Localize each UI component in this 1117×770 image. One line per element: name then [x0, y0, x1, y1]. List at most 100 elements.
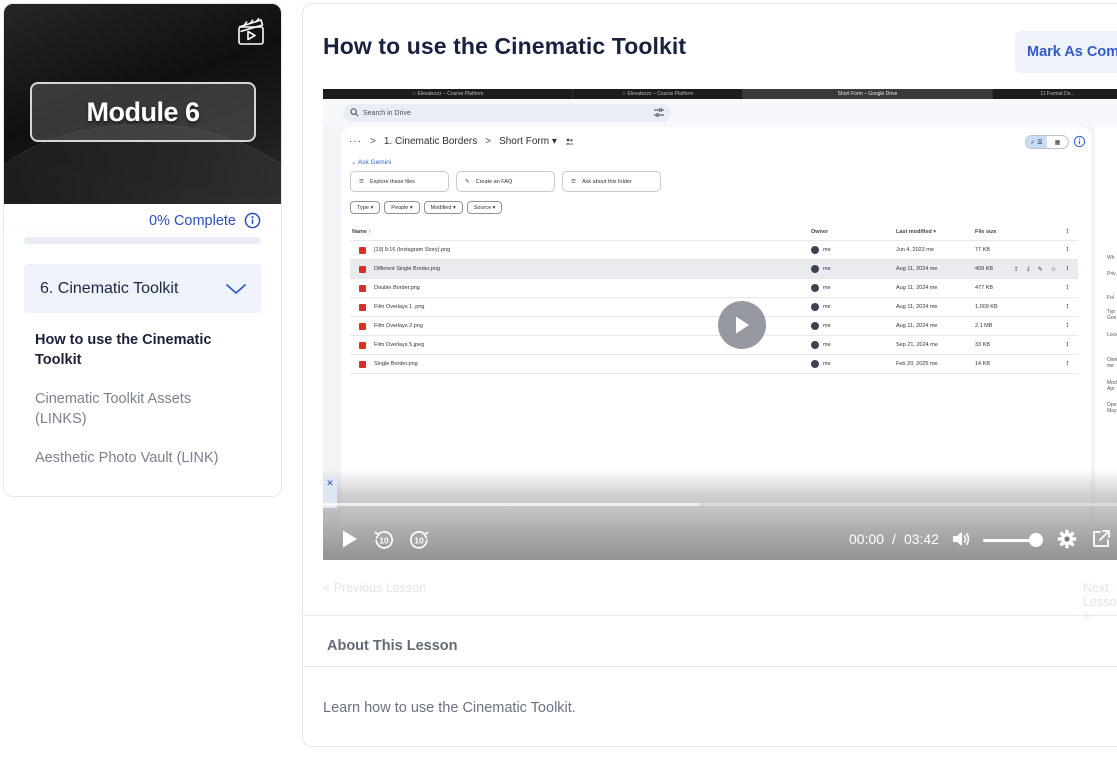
- screen-chip-label: Create an FAQ: [475, 178, 513, 185]
- screen-filter: Source ▾: [466, 201, 503, 214]
- volume-fill: [983, 539, 1030, 542]
- screen-row-actions: ⇪ ⤓ ✎ ☆: [1014, 266, 1056, 273]
- screen-file-modified: Jun 4, 2023 me: [896, 247, 934, 253]
- section-toggle-cinematic-toolkit[interactable]: 6. Cinematic Toolkit: [24, 264, 261, 313]
- screen-file-size: 477 KB: [975, 285, 994, 291]
- section-divider: [303, 666, 1117, 667]
- screen-chip: ☰ Ask about this folder: [562, 171, 661, 192]
- volume-icon[interactable]: [951, 530, 971, 548]
- info-icon: [1073, 135, 1086, 148]
- play-icon: [736, 316, 749, 334]
- video-player[interactable]: ☆ Elevatezzz – Course Platform ☆ Elevate…: [323, 89, 1117, 560]
- sliders-icon: ☰: [571, 178, 576, 185]
- screen-filter-row: Type ▾ People ▾ Modified ▾ Source ▾: [350, 201, 503, 214]
- star-icon: ☆: [1050, 266, 1057, 273]
- play-icon[interactable]: [341, 529, 359, 549]
- previous-lesson-link[interactable]: < Previous Lesson: [323, 581, 426, 595]
- screen-file-name: Film Overlays 1 .png: [374, 304, 425, 310]
- screen-file-size: 2.1 MB: [975, 323, 993, 329]
- screen-browser-tabs: ☆ Elevatezzz – Course Platform ☆ Elevate…: [323, 89, 1117, 99]
- screen-breadcrumb: ··· > 1. Cinematic Borders > Short Form …: [349, 136, 574, 147]
- lesson-item-how-to-use[interactable]: How to use the Cinematic Toolkit: [35, 330, 241, 370]
- screen-col-size: File size: [975, 228, 997, 235]
- screen-chip: ✎ Create an FAQ: [456, 171, 555, 192]
- sliders-icon: ☰: [359, 178, 364, 185]
- lesson-item-toolkit-assets[interactable]: Cinematic Toolkit Assets (LINKS): [35, 389, 241, 429]
- screen-file-owner: me: [811, 322, 831, 330]
- screen-file-owner: me: [811, 284, 831, 292]
- search-icon: [350, 108, 359, 117]
- screen-file-row: Film Overlays 5.jpeg me Sep 21, 2024 me 33 …: [350, 336, 1078, 355]
- kebab-menu-icon: ⋮: [1064, 342, 1071, 348]
- module-banner: Module 6: [4, 4, 281, 234]
- share-icon: ⇪: [1014, 266, 1020, 273]
- screen-file-owner: me: [811, 341, 831, 349]
- screen-file-size: 409 KB: [975, 266, 994, 272]
- page-title: How to use the Cinematic Toolkit: [323, 33, 687, 59]
- screen-tab: Short Form – Google Drive: [743, 89, 993, 99]
- screen-details-sidebar: Wh Priv Fol Typ Goo Loca Own me Mod Apr Ope May: [1095, 127, 1117, 522]
- screen-crumb-sep: >: [485, 136, 492, 147]
- avatar: [811, 341, 819, 349]
- download-icon: ⤓: [1027, 265, 1030, 272]
- video-time-separator: /: [892, 531, 896, 547]
- video-current-time: 00:00: [849, 531, 885, 547]
- screen-tab: 11 Format De...: [993, 89, 1117, 99]
- lesson-item-photo-vault[interactable]: Aesthetic Photo Vault (LINK): [35, 448, 241, 468]
- screen-file-owner-label: me: [823, 304, 831, 310]
- screen-file-row: Double Border.png me Aug 11, 2024 me 477 KB…: [350, 279, 1078, 298]
- video-seek-bar[interactable]: [323, 503, 1117, 506]
- settings-gear-icon[interactable]: [1057, 529, 1077, 549]
- screen-file-modified: Aug 11, 2024 me: [896, 285, 938, 291]
- screen-file-row: Film Overlays 2.png me Aug 11, 2024 me 2.1 …: [350, 317, 1078, 336]
- screen-crumb: ···: [349, 136, 362, 147]
- avatar: [811, 265, 819, 273]
- edit-sparkle-icon: ✎: [465, 178, 470, 185]
- screen-drive-content: ··· > 1. Cinematic Borders > Short Form …: [341, 127, 1091, 522]
- kebab-menu-icon: ⋮: [1064, 266, 1071, 272]
- screen-file-name: [19] 9:16 (Instagram Story).png: [374, 247, 451, 253]
- image-file-icon: [359, 284, 366, 292]
- forward-10-icon[interactable]: 10: [408, 529, 430, 551]
- image-file-icon: [359, 341, 366, 349]
- screen-search-text: Search in Drive: [363, 109, 411, 117]
- screen-crumb-sep: >: [370, 136, 376, 147]
- screen-file-name: Film Overlays 2.png: [374, 323, 423, 329]
- screen-drive-search: Search in Drive: [343, 104, 671, 122]
- screen-file-size: 33 KB: [975, 342, 990, 348]
- screen-file-owner-label: me: [823, 361, 831, 367]
- video-control-bar: 10 10 00:00 / 03:42: [323, 519, 1117, 559]
- next-lesson-link[interactable]: Next Lesson >: [1083, 581, 1117, 623]
- volume-slider-handle[interactable]: [1029, 533, 1043, 547]
- external-link-icon[interactable]: [1091, 529, 1111, 549]
- avatar: [811, 360, 819, 368]
- svg-text:10: 10: [379, 536, 389, 546]
- video-duration: 03:42: [903, 531, 939, 547]
- screen-file-owner: me: [811, 246, 831, 254]
- screen-file-modified: Aug 11, 2024 me: [896, 266, 938, 272]
- rewind-10-icon[interactable]: 10: [373, 529, 395, 551]
- mark-complete-button[interactable]: Mark As Complete: [1015, 31, 1117, 73]
- screen-file-modified: Feb 20, 2025 me: [896, 361, 938, 367]
- grid-view-icon: ▦: [1054, 139, 1061, 146]
- screen-file-row: Film Overlays 1 .png me Aug 11, 2024 me 1,0…: [350, 298, 1078, 317]
- screen-col-modified: Last modified ▾: [896, 228, 937, 235]
- screen-crumb: Short Form ▾: [499, 136, 557, 147]
- progress-status: 0% Complete: [149, 212, 261, 229]
- screen-ask-gemini-label: Ask Gemini: [357, 159, 392, 166]
- screen-filter: People ▾: [384, 201, 420, 214]
- screen-file-modified: Aug 11, 2024 me: [896, 323, 938, 329]
- screen-file-row: [19] 9:16 (Instagram Story).png me Jun 4, …: [350, 241, 1078, 260]
- info-icon[interactable]: [244, 212, 261, 229]
- screen-file-table-header: Name ↑ Owner Last modified ▾ File size ⋮: [350, 223, 1078, 241]
- screen-file-owner-label: me: [823, 247, 831, 253]
- screen-tab: ☆ Elevatezzz – Course Platform: [323, 89, 573, 99]
- image-file-icon: [359, 265, 366, 273]
- play-overlay-button[interactable]: [718, 301, 766, 349]
- screen-details-label: May: [1107, 408, 1117, 414]
- screen-crumb: 1. Cinematic Borders: [383, 136, 478, 147]
- screen-file-table: Name ↑ Owner Last modified ▾ File size ⋮…: [350, 223, 1078, 374]
- screen-details-label: Apr: [1107, 386, 1115, 392]
- filter-sliders-icon: [654, 108, 664, 117]
- screen-details-label: me: [1107, 363, 1114, 369]
